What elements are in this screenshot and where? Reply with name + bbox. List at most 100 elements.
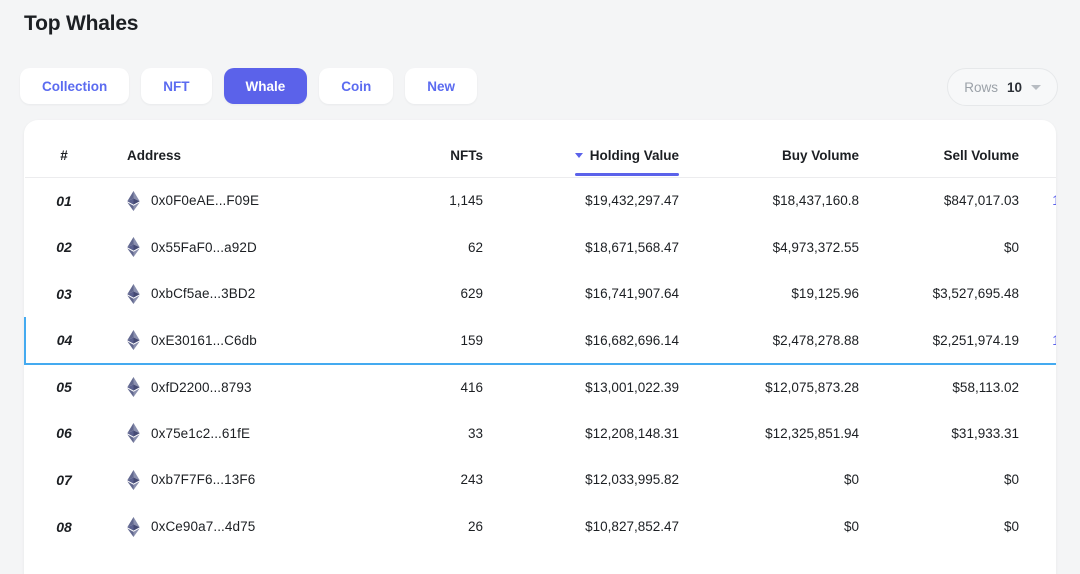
- tab-new[interactable]: New: [405, 68, 478, 104]
- whales-table-card: # Address NFTs Holding Value Buy Volume Sell …: [24, 120, 1056, 574]
- row-holding-value: $16,682,696.14: [483, 317, 679, 365]
- table-row[interactable]: 04 0xE30161...C6db 159 $16,682,696.14 $2,478…: [24, 317, 1056, 365]
- row-last-deal[interactable]: 2021–08–30: [1019, 410, 1057, 457]
- row-nfts: 243: [460, 472, 483, 488]
- row-sell-volume: $2,251,974.19: [859, 317, 1019, 365]
- row-nfts: 159: [333, 317, 483, 365]
- row-buy-volume: $4,973,372.55: [772, 239, 859, 255]
- row-rank: 01: [56, 192, 72, 209]
- chevron-down-icon: [1031, 84, 1041, 90]
- row-buy-volume: $0: [843, 519, 859, 534]
- row-last-deal[interactable]: 14 hours ago: [1019, 178, 1056, 225]
- row-nfts: 1,145: [449, 193, 483, 209]
- address-text: 0xfD2200...8793: [151, 379, 252, 395]
- row-rank: 03: [56, 285, 72, 302]
- category-tabs: Collection NFT Whale Coin New: [20, 68, 478, 104]
- row-address-cell[interactable]: 0x55FaF0...a92D: [103, 224, 333, 271]
- row-address-cell[interactable]: 0xb7F7F6...13F6: [103, 457, 333, 504]
- column-header-buy-volume[interactable]: Buy Volume: [679, 120, 859, 178]
- row-buy-volume: $0: [843, 472, 859, 488]
- ethereum-icon: [127, 330, 140, 350]
- address-text: 0x55FaF0...a92D: [151, 239, 257, 255]
- table-row[interactable]: 05 0xfD2200...8793 416 $13,001,022.39 $12,07…: [25, 364, 1056, 411]
- address-text: 0xCe90a7...4d75: [151, 519, 256, 534]
- row-nfts: 62: [467, 239, 483, 255]
- tab-collection[interactable]: Collection: [20, 68, 130, 104]
- tab-label: New: [427, 78, 456, 94]
- row-nfts: 26: [467, 519, 483, 534]
- table-header-row: # Address NFTs Holding Value Buy Volume Sell …: [25, 120, 1056, 178]
- tab-label: Coin: [341, 78, 372, 94]
- sorted-column-inner: Holding Value: [574, 148, 680, 176]
- row-sell-volume: $0: [1003, 472, 1019, 488]
- ethereum-icon: [127, 377, 140, 397]
- column-header-label: Holding Value: [589, 148, 679, 163]
- rows-select-value: 10: [1006, 79, 1022, 95]
- column-header-label: Address: [127, 148, 182, 163]
- sort-descending-icon: [574, 153, 583, 158]
- column-header-rank[interactable]: #: [25, 120, 103, 178]
- table-row[interactable]: 01 0x0F0eAE...F09E 1,145 $19,432,297.47 $18,…: [25, 178, 1056, 225]
- table-header: # Address NFTs Holding Value Buy Volume Sell …: [25, 120, 1056, 178]
- row-address-cell[interactable]: 0xbCf5ae...3BD2: [103, 271, 333, 318]
- row-holding-value: $13,001,022.39: [585, 379, 679, 395]
- row-nfts: 416: [460, 379, 483, 395]
- row-last-deal[interactable]: 11 hours ago: [1019, 317, 1056, 365]
- column-header-label: Buy Volume: [781, 148, 859, 163]
- ethereum-icon: [127, 190, 140, 211]
- table-row[interactable]: 080xCe90a7...4d7526$10,827,852.47$0$0––: [25, 503, 1056, 550]
- row-holding-value: $18,671,568.47: [585, 239, 679, 255]
- row-address-cell[interactable]: 0xCe90a7...4d75: [103, 503, 333, 550]
- column-header-nfts[interactable]: NFTs: [333, 120, 483, 178]
- tab-coin[interactable]: Coin: [319, 68, 394, 104]
- page-title: Top Whales: [24, 12, 139, 35]
- row-last-deal: ––: [1019, 503, 1056, 550]
- row-address-cell[interactable]: 0x0F0eAE...F09E: [103, 178, 333, 225]
- ethereum-icon: [127, 237, 140, 258]
- rows-per-page-select[interactable]: Rows 10: [947, 68, 1058, 106]
- tab-whale[interactable]: Whale: [223, 68, 308, 104]
- row-rank: 06: [56, 425, 72, 442]
- address-wrapper: 0xE30161...C6db: [127, 330, 333, 350]
- column-header-label: #: [60, 148, 68, 163]
- table-row[interactable]: 02 0x55FaF0...a92D 62 $18,671,568.47 $4,973,…: [25, 224, 1056, 271]
- row-address-cell[interactable]: 0xE30161...C6db: [103, 317, 333, 365]
- row-address-cell[interactable]: 0x75e1c2...61fE: [103, 410, 333, 457]
- row-last-deal[interactable]: 2021–08–31: [1019, 271, 1057, 318]
- row-sell-volume: $31,933.31: [951, 425, 1019, 441]
- address-wrapper: 0x0F0eAE...F09E: [127, 190, 333, 211]
- column-header-label: Sell Volume: [943, 148, 1019, 163]
- ethereum-icon: [127, 516, 140, 537]
- column-header-label: NFTs: [450, 148, 483, 163]
- table-row[interactable]: 070xb7F7F6...13F6243$12,033,995.82$0$0––: [25, 457, 1056, 504]
- column-header-address[interactable]: Address: [103, 120, 333, 178]
- tab-label: Whale: [245, 78, 286, 94]
- ethereum-icon: [127, 423, 140, 444]
- row-address-cell[interactable]: 0xfD2200...8793: [103, 364, 333, 411]
- address-text: 0xE30161...C6db: [151, 332, 257, 348]
- row-buy-volume: $18,437,160.8: [772, 193, 859, 209]
- row-buy-volume: $19,125.96: [791, 286, 859, 302]
- address-wrapper: 0x75e1c2...61fE: [127, 423, 333, 444]
- address-text: 0x75e1c2...61fE: [151, 425, 251, 441]
- whales-table: # Address NFTs Holding Value Buy Volume Sell …: [24, 120, 1056, 550]
- column-header-last-deal[interactable]: Last Deal: [1019, 120, 1056, 178]
- tab-label: NFT: [163, 78, 190, 94]
- table-row[interactable]: 03 0xbCf5ae...3BD2 629 $16,741,907.64 $19,12…: [25, 271, 1056, 318]
- row-buy-volume: $12,075,873.28: [765, 379, 859, 395]
- row-buy-volume: $12,325,851.94: [765, 425, 859, 441]
- row-last-deal: ––: [1019, 457, 1056, 504]
- address-text: 0xb7F7F6...13F6: [151, 472, 256, 488]
- address-text: 0xbCf5ae...3BD2: [151, 286, 256, 302]
- row-sell-volume: $0: [1003, 239, 1019, 255]
- row-sell-volume: $58,113.02: [952, 379, 1019, 395]
- row-last-deal[interactable]: 3 days ago: [1019, 364, 1056, 411]
- address-wrapper: 0xbCf5ae...3BD2: [127, 283, 333, 304]
- column-header-holding-value[interactable]: Holding Value: [483, 120, 680, 178]
- address-text: 0x0F0eAE...F09E: [151, 193, 260, 209]
- tab-nft[interactable]: NFT: [141, 68, 212, 104]
- address-wrapper: 0xb7F7F6...13F6: [127, 469, 333, 490]
- row-last-deal[interactable]: 2 days ago: [1019, 224, 1056, 271]
- column-header-sell-volume[interactable]: Sell Volume: [859, 120, 1019, 178]
- table-row[interactable]: 06 0x75e1c2...61fE 33 $12,208,148.31 $12,325…: [25, 410, 1056, 457]
